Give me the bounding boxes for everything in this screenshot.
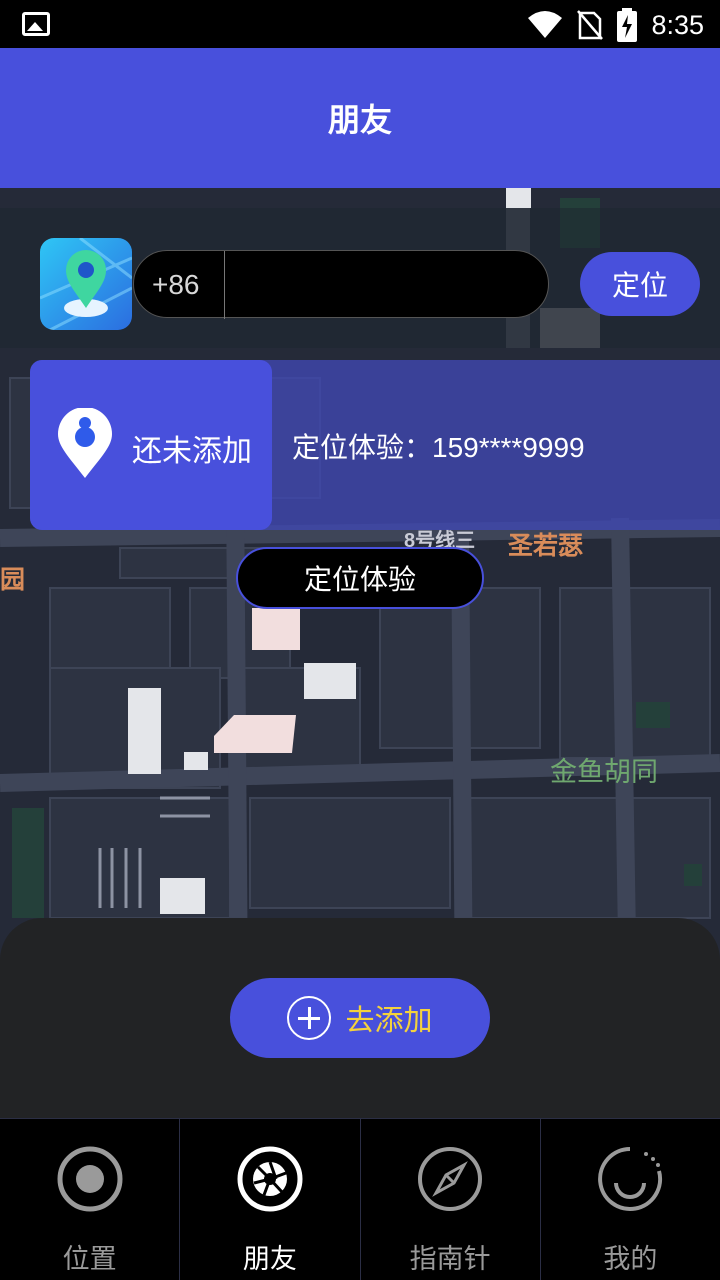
phone-number-input[interactable] (234, 259, 534, 311)
compass-icon (418, 1147, 483, 1211)
aperture-icon (237, 1146, 303, 1212)
demo-number-text: 定位体验：159****9999 (292, 432, 585, 463)
tab-friends[interactable]: 朋友 (180, 1119, 361, 1280)
wifi-icon (528, 11, 563, 38)
bottom-tab-bar: 位置 朋友 指南针 我的 (0, 1118, 720, 1280)
map-label-jinyu: 金鱼胡同 (550, 757, 658, 787)
location-demo-button[interactable]: 定位体验 (236, 547, 484, 609)
locate-button[interactable]: 定位 (580, 252, 700, 316)
tab-label-profile: 我的 (603, 1244, 658, 1274)
image-icon (22, 12, 50, 36)
add-friend-button[interactable]: 去添加 (230, 978, 490, 1058)
location-pin-icon (58, 408, 112, 478)
status-icons: 8:35 (527, 8, 704, 42)
tab-location[interactable]: 位置 (0, 1119, 181, 1280)
status-bar: 8:35 (0, 0, 720, 48)
app-logo-icon (40, 238, 132, 330)
input-divider (224, 251, 225, 319)
plus-circle-icon (287, 996, 332, 1040)
page-title: 朋友 (327, 102, 392, 138)
tab-label-friends: 朋友 (242, 1244, 297, 1274)
country-code: +86 (152, 269, 200, 300)
profile-spinner-icon (598, 1147, 663, 1211)
tab-label-compass: 指南针 (409, 1244, 491, 1274)
map-label-park: 园 (0, 566, 26, 594)
app-header: 朋友 (0, 48, 720, 188)
phone-number-field[interactable]: +86 (133, 250, 549, 319)
friend-status-text: 还未添加 (132, 435, 252, 468)
no-sim-icon (577, 10, 604, 40)
add-friend-label: 去添加 (345, 1005, 433, 1037)
tab-label-location: 位置 (62, 1244, 117, 1274)
tab-profile[interactable]: 我的 (541, 1119, 720, 1280)
tab-compass[interactable]: 指南针 (361, 1119, 541, 1280)
location-ring-icon (57, 1146, 123, 1212)
map-label-saint: 圣若瑟 (508, 532, 584, 560)
battery-charging-icon (617, 8, 638, 42)
status-time: 8:35 (651, 9, 704, 40)
